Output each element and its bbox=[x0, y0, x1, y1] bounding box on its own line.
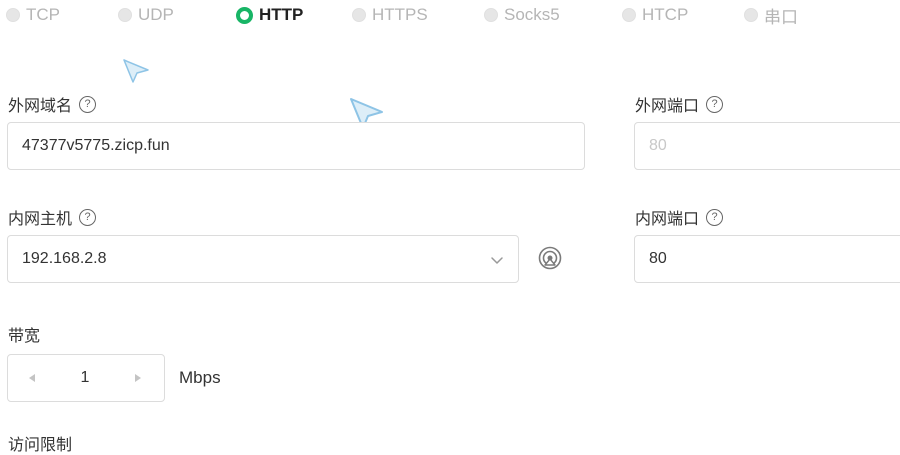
bandwidth-label: 带宽 bbox=[8, 322, 40, 346]
external-port-placeholder: 80 bbox=[649, 137, 667, 154]
access-limit-label: 访问限制 bbox=[8, 431, 72, 455]
radio-serial[interactable]: 串口 bbox=[744, 2, 798, 28]
radio-label-udp: UDP bbox=[138, 5, 174, 24]
radio-tcp[interactable]: TCP bbox=[6, 2, 60, 28]
radio-udp[interactable]: UDP bbox=[118, 2, 174, 28]
access-limit-label-text: 访问限制 bbox=[8, 437, 73, 454]
radio-circle-icon bbox=[744, 8, 758, 22]
internal-port-input[interactable]: 80 bbox=[634, 235, 900, 283]
increment-button[interactable] bbox=[120, 355, 156, 401]
internal-host-label: 内网主机 ? bbox=[8, 205, 97, 229]
radio-circle-icon bbox=[118, 8, 132, 22]
radio-http[interactable]: HTTP bbox=[236, 2, 303, 28]
radio-label-htcp: HTCP bbox=[642, 5, 689, 24]
question-circle-icon[interactable]: ? bbox=[706, 208, 724, 226]
internal-port-value: 80 bbox=[649, 250, 667, 267]
radio-label-socks5: Socks5 bbox=[504, 5, 560, 24]
radio-circle-icon bbox=[484, 8, 498, 22]
radio-circle-icon bbox=[622, 8, 636, 22]
triangle-right-icon bbox=[135, 374, 141, 382]
radio-socks5[interactable]: Socks5 bbox=[484, 2, 560, 28]
external-port-label-text: 外网端口 bbox=[635, 98, 700, 115]
radio-https[interactable]: HTTPS bbox=[352, 2, 428, 28]
internal-host-label-text: 内网主机 bbox=[8, 211, 73, 228]
external-port-label: 外网端口 ? bbox=[635, 92, 724, 116]
question-circle-icon[interactable]: ? bbox=[79, 95, 97, 113]
external-domain-value: 47377v5775.zicp.fun bbox=[22, 137, 170, 154]
radio-circle-icon bbox=[352, 8, 366, 22]
cursor-arrow-icon bbox=[123, 59, 149, 83]
question-circle-icon[interactable]: ? bbox=[79, 208, 97, 226]
radio-selected-icon bbox=[236, 6, 253, 24]
bandwidth-label-text: 带宽 bbox=[8, 328, 41, 345]
external-domain-label: 外网域名 ? bbox=[8, 92, 97, 116]
radio-label-serial: 串口 bbox=[764, 7, 798, 27]
scan-network-icon[interactable] bbox=[538, 246, 562, 270]
internal-host-value: 192.168.2.8 bbox=[22, 250, 107, 267]
radio-circle-icon bbox=[6, 8, 20, 22]
external-port-input[interactable]: 80 bbox=[634, 122, 900, 170]
question-circle-icon[interactable]: ? bbox=[706, 95, 724, 113]
radio-htcp[interactable]: HTCP bbox=[622, 2, 688, 28]
bandwidth-stepper[interactable]: 1 bbox=[7, 354, 165, 402]
bandwidth-value[interactable]: 1 bbox=[58, 355, 112, 401]
radio-label-https: HTTPS bbox=[372, 5, 428, 24]
bandwidth-unit: Mbps bbox=[179, 368, 221, 387]
external-domain-label-text: 外网域名 bbox=[8, 98, 73, 115]
internal-port-label: 内网端口 ? bbox=[635, 205, 724, 229]
external-domain-input[interactable]: 47377v5775.zicp.fun bbox=[7, 122, 585, 170]
radio-label-http: HTTP bbox=[259, 5, 304, 24]
internal-port-label-text: 内网端口 bbox=[635, 211, 700, 228]
chevron-down-icon[interactable] bbox=[490, 253, 504, 267]
radio-label-tcp: TCP bbox=[26, 5, 60, 24]
decrement-button[interactable] bbox=[14, 355, 50, 401]
triangle-left-icon bbox=[29, 374, 35, 382]
internal-host-select[interactable]: 192.168.2.8 bbox=[7, 235, 519, 283]
